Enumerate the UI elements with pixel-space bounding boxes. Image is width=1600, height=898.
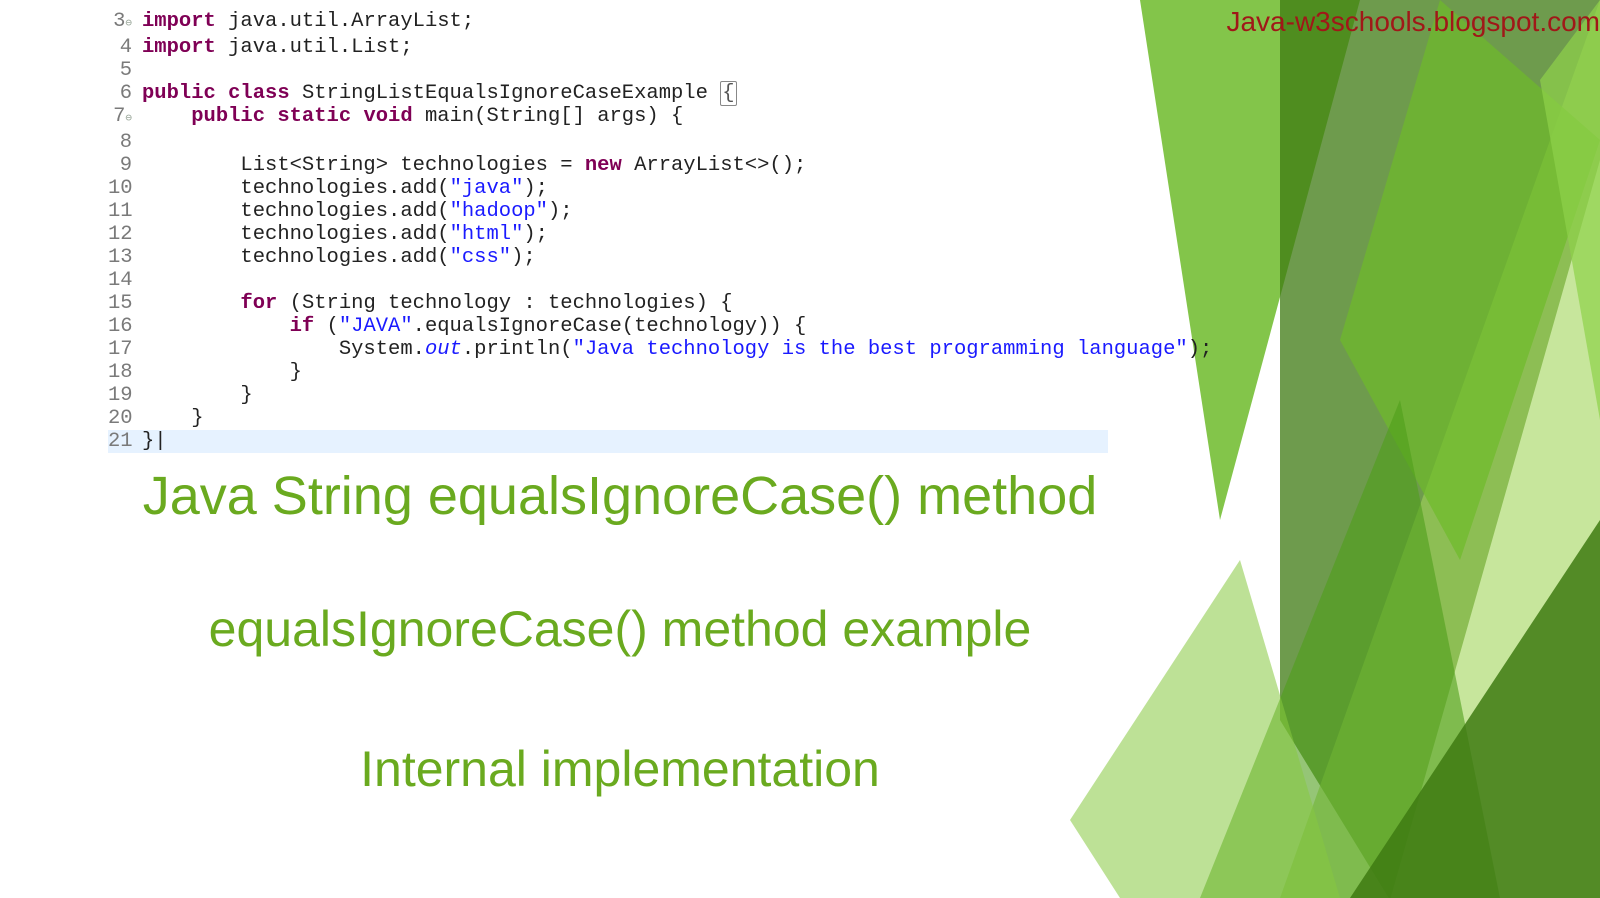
code-content: technologies.add("hadoop"); [138,200,573,223]
code-line: 20 } [108,407,1108,430]
code-line: 7⊖ public static void main(String[] args… [108,105,1108,131]
code-content [138,59,142,82]
heading-subtitle-1: equalsIgnoreCase() method example [60,600,1180,658]
code-content: technologies.add("html"); [138,223,548,246]
code-line: 21}| [108,430,1108,453]
code-line: 18 } [108,361,1108,384]
code-line: 19 } [108,384,1108,407]
code-content: for (String technology : technologies) { [138,292,733,315]
line-number: 3⊖ [108,10,138,36]
code-line: 15 for (String technology : technologies… [108,292,1108,315]
line-number: 6 [108,82,138,105]
line-number: 14 [108,269,138,292]
line-number: 18 [108,361,138,384]
code-content: import java.util.ArrayList; [138,10,474,36]
code-content: } [138,384,253,407]
code-line: 16 if ("JAVA".equalsIgnoreCase(technolog… [108,315,1108,338]
code-line: 4import java.util.List; [108,36,1108,59]
code-line: 17 System.out.println("Java technology i… [108,338,1108,361]
line-number: 7⊖ [108,105,138,131]
code-line: 8 [108,131,1108,154]
line-number: 15 [108,292,138,315]
line-number: 10 [108,177,138,200]
code-line: 11 technologies.add("hadoop"); [108,200,1108,223]
code-content: technologies.add("css"); [138,246,536,269]
line-number: 21 [108,430,138,453]
line-number: 17 [108,338,138,361]
code-line: 6public class StringListEqualsIgnoreCase… [108,82,1108,105]
line-number: 5 [108,59,138,82]
line-number: 20 [108,407,138,430]
line-number: 11 [108,200,138,223]
watermark-text: Java-w3schools.blogspot.com [1226,6,1600,38]
code-content: } [138,407,204,430]
code-editor: 3⊖import java.util.ArrayList;4import jav… [108,10,1108,453]
line-number: 9 [108,154,138,177]
line-number: 16 [108,315,138,338]
line-number: 13 [108,246,138,269]
code-content: public class StringListEqualsIgnoreCaseE… [138,82,737,105]
code-line: 12 technologies.add("html"); [108,223,1108,246]
code-content [138,269,142,292]
code-line: 13 technologies.add("css"); [108,246,1108,269]
code-line: 10 technologies.add("java"); [108,177,1108,200]
code-content: List<String> technologies = new ArrayLis… [138,154,806,177]
code-content [138,131,142,154]
heading-subtitle-2: Internal implementation [60,740,1180,798]
code-line: 9 List<String> technologies = new ArrayL… [108,154,1108,177]
code-content: technologies.add("java"); [138,177,548,200]
code-content: } [138,361,302,384]
line-number: 19 [108,384,138,407]
code-content: System.out.println("Java technology is t… [138,338,1212,361]
code-content: }| [138,430,167,453]
heading-title: Java String equalsIgnoreCase() method [60,465,1180,527]
code-line: 5 [108,59,1108,82]
code-content: if ("JAVA".equalsIgnoreCase(technology))… [138,315,806,338]
line-number: 8 [108,131,138,154]
code-line: 14 [108,269,1108,292]
line-number: 4 [108,36,138,59]
line-number: 12 [108,223,138,246]
code-content: import java.util.List; [138,36,413,59]
code-line: 3⊖import java.util.ArrayList; [108,10,1108,36]
code-content: public static void main(String[] args) { [138,105,683,131]
